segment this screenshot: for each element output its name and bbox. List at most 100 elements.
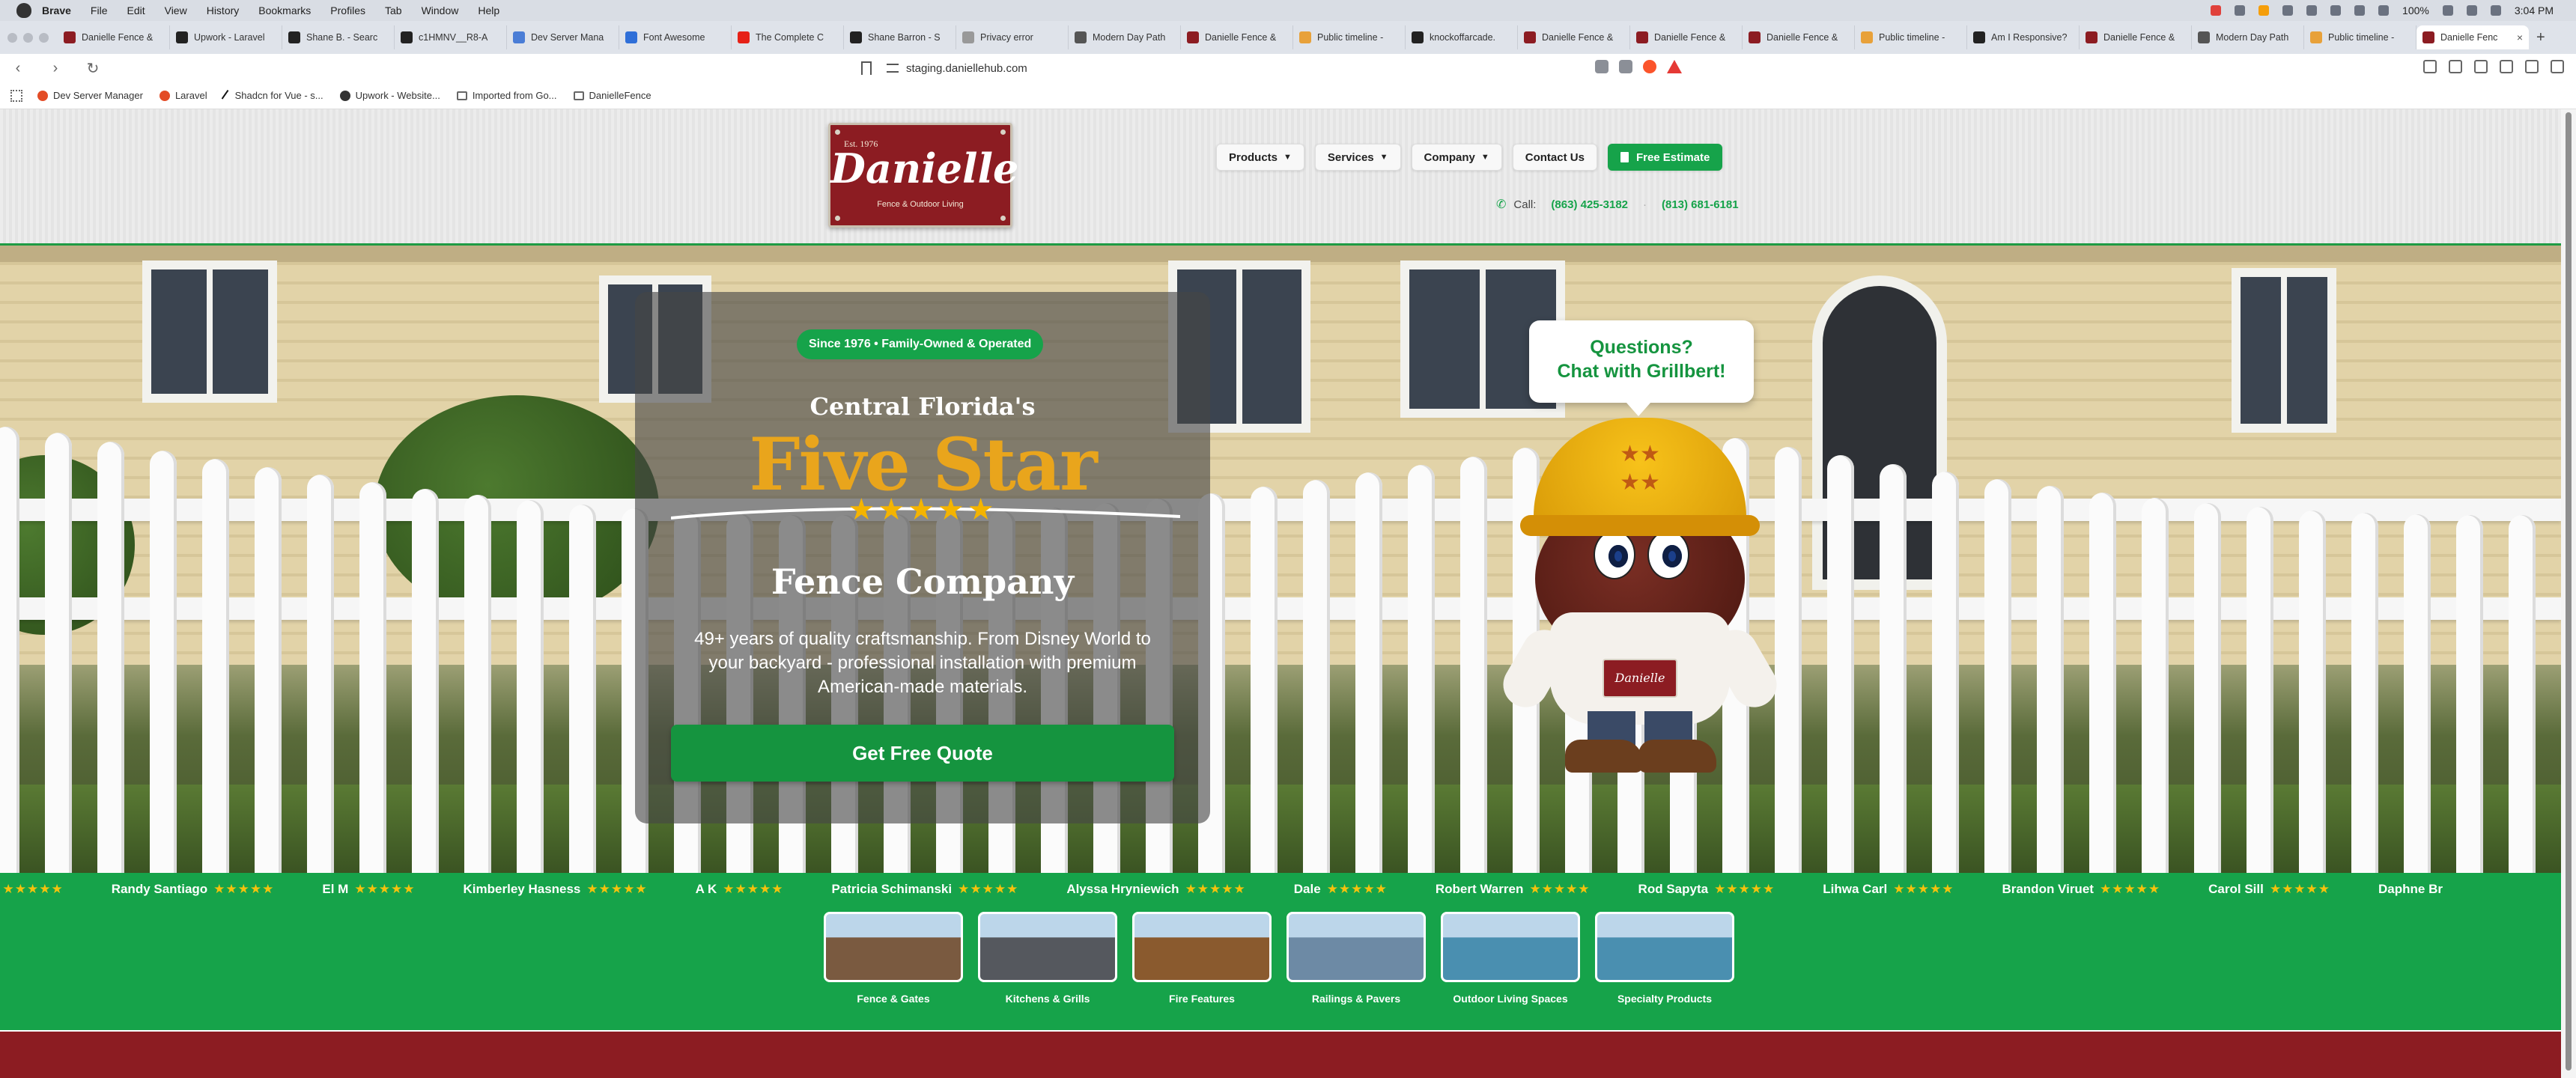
battery-percent[interactable]: 100% [2402,4,2429,16]
close-window-button[interactable] [7,32,17,43]
category-card[interactable]: Fence & Gates [824,912,963,1005]
category-thumbnail[interactable] [1441,912,1580,982]
scrollbar-thumb[interactable] [2566,112,2572,1071]
menu-icon[interactable] [2551,60,2564,73]
menu-file[interactable]: File [91,4,108,16]
menu-bookmarks[interactable]: Bookmarks [258,4,311,16]
category-thumbnail[interactable] [1132,912,1272,982]
browser-tab[interactable]: Danielle Fenc × [2416,25,2529,49]
browser-tab[interactable]: Dev Server Mana [507,25,619,49]
menu-tab[interactable]: Tab [385,4,402,16]
wallet-icon[interactable] [2449,60,2462,73]
site-info-icon[interactable] [887,64,899,73]
category-label[interactable]: Railings & Pavers [1312,993,1400,1005]
browser-tab[interactable]: Danielle Fence & [1181,25,1293,49]
nav-company[interactable]: Company ▼ [1411,144,1502,171]
category-label[interactable]: Fence & Gates [857,993,929,1005]
clock[interactable]: 3:04 PM [2515,4,2554,16]
category-thumbnail[interactable] [978,912,1117,982]
category-thumbnail[interactable] [1595,912,1734,982]
menu-help[interactable]: Help [478,4,499,16]
browser-tab[interactable]: Public timeline - [2304,25,2416,49]
status-app-icon[interactable] [2235,5,2246,16]
category-label[interactable]: Specialty Products [1617,993,1712,1005]
forward-button[interactable]: › [46,60,64,77]
browser-tab[interactable]: Danielle Fence & [1743,25,1855,49]
grillbert-mascot[interactable]: Danielle ★★ ★★ [1495,418,1785,773]
cast-icon[interactable] [1595,60,1609,73]
url-text[interactable]: staging.daniellehub.com [906,62,1027,75]
bookmark-item[interactable]: Imported from Go... [456,90,557,101]
menu-app-name[interactable]: Brave [42,4,71,16]
share-icon[interactable] [1619,60,1632,73]
browser-tab[interactable]: Am I Responsive? [1967,25,2080,49]
browser-tab[interactable]: Public timeline - [1855,25,1967,49]
category-thumbnail[interactable] [824,912,963,982]
bookmark-item[interactable]: Upwork - Website... [339,90,440,101]
phone-link-1[interactable]: (863) 425-3182 [1551,198,1628,211]
status-app-icon[interactable] [2258,5,2270,16]
brave-rewards-icon[interactable] [1667,60,1682,73]
category-label[interactable]: Kitchens & Grills [1006,993,1090,1005]
category-card[interactable]: Outdoor Living Spaces [1441,912,1580,1005]
nav-contact[interactable]: Contact Us [1512,144,1597,171]
browser-tab[interactable]: c1HMNV__R8-A [395,25,507,49]
menu-view[interactable]: View [165,4,187,16]
search-icon[interactable] [2466,5,2477,16]
browser-tab[interactable]: Shane Barron - S [844,25,956,49]
browser-tab[interactable]: Danielle Fence & [1518,25,1630,49]
browser-tab[interactable]: Font Awesome [619,25,732,49]
battery-icon[interactable] [2442,5,2453,16]
browser-tab[interactable]: Upwork - Laravel [170,25,282,49]
category-card[interactable]: Specialty Products [1595,912,1734,1005]
browser-tab[interactable]: Shane B. - Searc [282,25,395,49]
menu-edit[interactable]: Edit [127,4,145,16]
category-label[interactable]: Fire Features [1169,993,1235,1005]
browser-tab[interactable]: knockoffarcade. [1406,25,1518,49]
bookmark-item[interactable]: Dev Server Manager [37,90,143,101]
free-estimate-button[interactable]: Free Estimate [1607,144,1723,171]
browser-tab[interactable]: Danielle Fence & [58,25,170,49]
bookmark-icon[interactable] [861,61,872,75]
category-card[interactable]: Railings & Pavers [1287,912,1426,1005]
browser-tab[interactable]: Danielle Fence & [1630,25,1743,49]
browser-tab[interactable]: Privacy error [956,25,1069,49]
minimize-window-button[interactable] [23,32,33,43]
bluetooth-icon[interactable] [2378,5,2390,16]
chat-bubble[interactable]: Questions? Chat with Grillbert! [1529,320,1754,416]
extensions-icon[interactable] [2423,60,2437,73]
phone-link-2[interactable]: (813) 681-6181 [1662,198,1739,211]
browser-tab[interactable]: Modern Day Path [1069,25,1181,49]
zoom-window-button[interactable] [39,32,49,43]
bookmark-item[interactable]: Laravel [159,90,207,101]
split-view-icon[interactable] [2500,60,2513,73]
status-app-icon[interactable] [2306,5,2318,16]
volume-icon[interactable] [2354,5,2366,16]
category-thumbnail[interactable] [1287,912,1426,982]
menu-window[interactable]: Window [422,4,459,16]
category-card[interactable]: Kitchens & Grills [978,912,1117,1005]
reload-icon[interactable]: ↻ [84,59,102,78]
bookmark-item[interactable]: DanielleFence [573,90,651,101]
new-tab-button[interactable]: + [2536,29,2545,46]
browser-tab[interactable]: Danielle Fence & [2080,25,2192,49]
category-card[interactable]: Fire Features [1132,912,1272,1005]
menu-history[interactable]: History [207,4,240,16]
leo-icon[interactable] [2525,60,2539,73]
browser-tab[interactable]: Modern Day Path [2192,25,2304,49]
close-tab-icon[interactable]: × [2517,31,2523,43]
browser-tab[interactable]: Public timeline - [1293,25,1406,49]
address-bar[interactable]: staging.daniellehub.com [861,57,1647,79]
sidebar-icon[interactable] [2474,60,2488,73]
category-label[interactable]: Outdoor Living Spaces [1453,993,1567,1005]
browser-tab[interactable]: The Complete C [732,25,844,49]
apple-icon[interactable] [16,3,31,18]
brave-shields-icon[interactable] [1643,60,1656,73]
menu-profiles[interactable]: Profiles [330,4,365,16]
nav-services[interactable]: Services ▼ [1314,144,1401,171]
site-logo[interactable]: Est. 1976 Danielle Fence & Outdoor Livin… [828,123,1018,228]
back-button[interactable]: ‹ [9,60,27,77]
nav-products[interactable]: Products ▼ [1216,144,1304,171]
status-app-icon[interactable] [2211,5,2222,16]
control-center-icon[interactable] [2490,5,2501,16]
